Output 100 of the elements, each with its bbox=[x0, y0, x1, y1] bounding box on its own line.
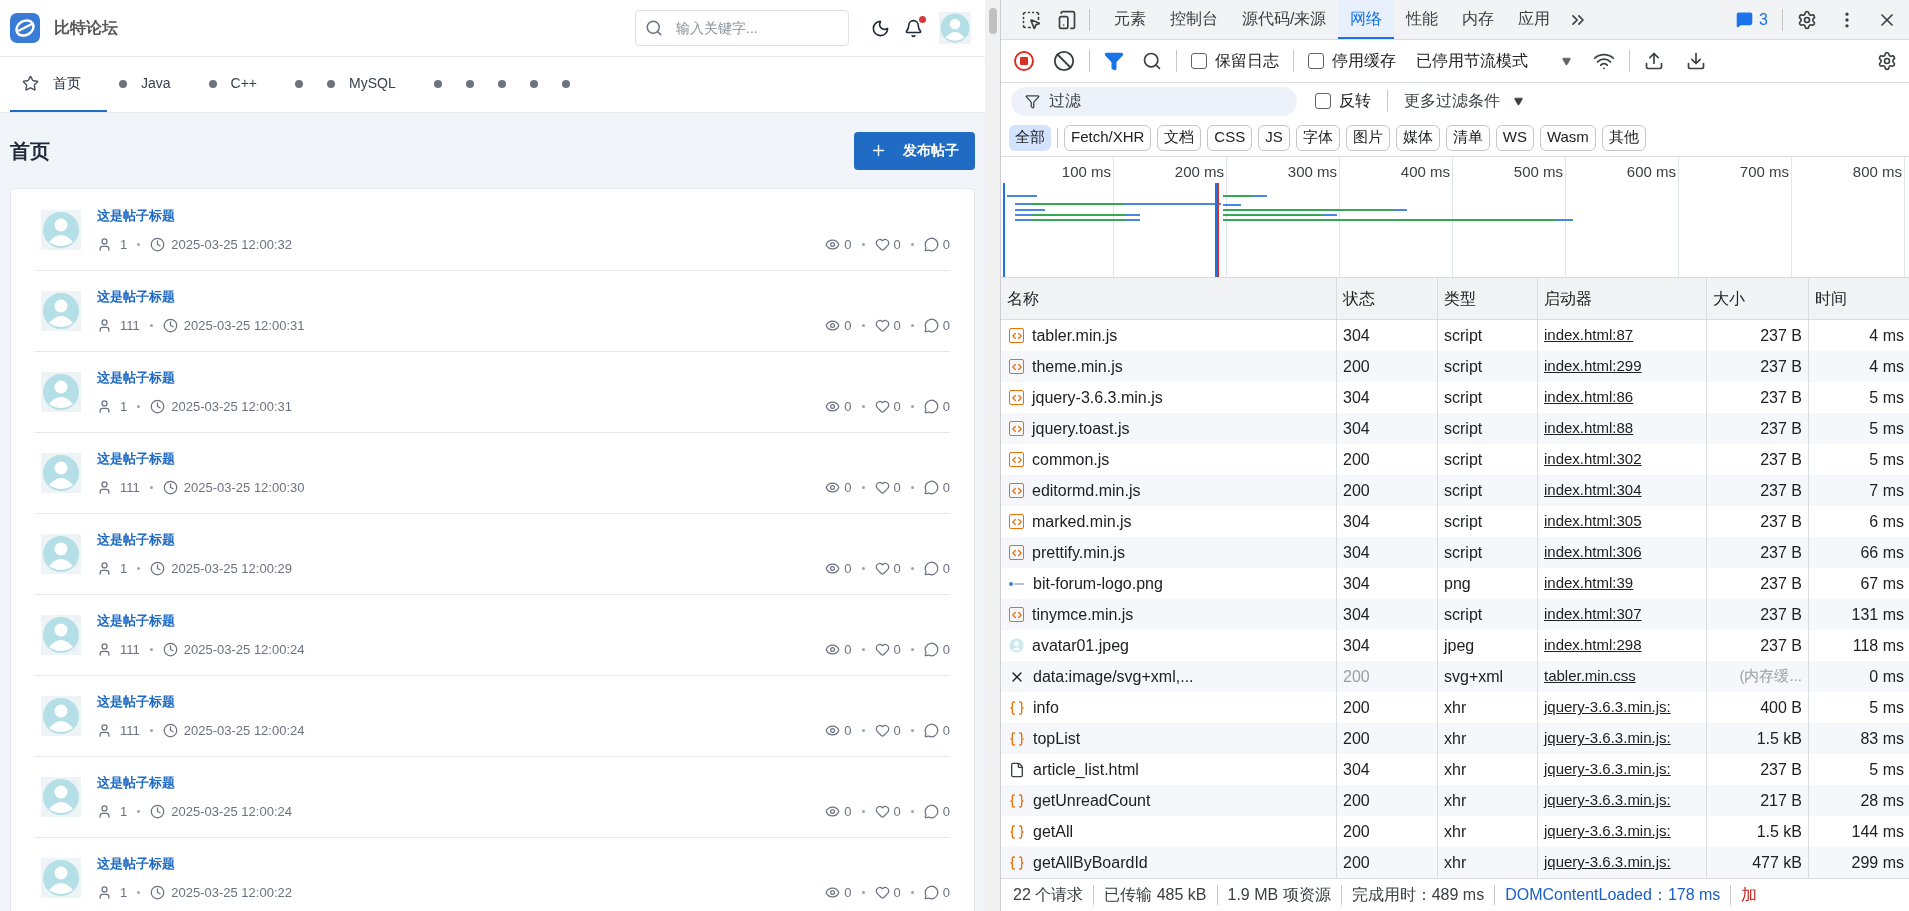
scrollbar-thumb[interactable] bbox=[988, 8, 997, 34]
request-name[interactable]: article_list.html bbox=[1033, 757, 1139, 782]
type-filter-chip[interactable]: 文档 bbox=[1157, 124, 1202, 151]
settings-icon[interactable] bbox=[1877, 51, 1897, 71]
initiator-link[interactable]: index.html:86 bbox=[1544, 386, 1634, 409]
type-filter-chip[interactable]: 清单 bbox=[1445, 124, 1490, 151]
devtools-tab[interactable]: 应用 bbox=[1506, 0, 1563, 39]
post-title[interactable]: 这是帖子标题 bbox=[97, 530, 950, 550]
initiator-link[interactable]: index.html:305 bbox=[1544, 510, 1642, 533]
issues-button[interactable]: 3 bbox=[1736, 7, 1768, 32]
type-filter-chip[interactable]: Fetch/XHR bbox=[1064, 124, 1152, 151]
request-name[interactable]: editormd.min.js bbox=[1032, 478, 1141, 503]
type-filter-chip[interactable]: CSS bbox=[1207, 124, 1253, 151]
initiator-link[interactable]: index.html:298 bbox=[1544, 634, 1642, 657]
search-icon[interactable] bbox=[1142, 51, 1162, 71]
initiator-link[interactable]: jquery-3.6.3.min.js: bbox=[1544, 851, 1671, 874]
inspect-icon[interactable] bbox=[1021, 9, 1041, 30]
throttling-dropdown[interactable]: 已停用节流模式 bbox=[1416, 49, 1571, 73]
type-filter-chip[interactable]: WS bbox=[1495, 124, 1534, 151]
devtools-tab[interactable]: 源代码/来源 bbox=[1230, 0, 1339, 39]
column-header[interactable]: 状态 bbox=[1337, 278, 1438, 319]
devtools-tab[interactable]: 性能 bbox=[1394, 0, 1451, 39]
new-post-button[interactable]: 发布帖子 bbox=[854, 131, 975, 170]
request-name[interactable]: jquery-3.6.3.min.js bbox=[1032, 385, 1163, 410]
initiator-link[interactable]: jquery-3.6.3.min.js: bbox=[1544, 696, 1671, 719]
initiator-link[interactable]: index.html:299 bbox=[1544, 355, 1642, 378]
request-name[interactable]: tinymce.min.js bbox=[1032, 602, 1134, 627]
bell-icon[interactable] bbox=[904, 18, 923, 38]
initiator-link[interactable]: index.html:302 bbox=[1544, 448, 1642, 471]
initiator-link[interactable]: index.html:39 bbox=[1544, 572, 1634, 595]
settings-icon[interactable] bbox=[1797, 9, 1817, 30]
column-header[interactable]: 类型 bbox=[1438, 278, 1538, 319]
post-title[interactable]: 这是帖子标题 bbox=[97, 449, 950, 469]
request-name[interactable]: marked.min.js bbox=[1032, 509, 1132, 534]
devtools-tab[interactable]: 内存 bbox=[1450, 0, 1507, 39]
initiator-link[interactable]: index.html:307 bbox=[1544, 603, 1642, 626]
record-button[interactable] bbox=[1013, 50, 1035, 72]
request-name[interactable]: topList bbox=[1033, 726, 1081, 751]
board-tab[interactable]: Java bbox=[107, 57, 197, 112]
clear-icon[interactable] bbox=[1053, 50, 1075, 72]
initiator-link[interactable]: jquery-3.6.3.min.js: bbox=[1544, 758, 1671, 781]
status-code: 304 bbox=[1343, 511, 1370, 532]
resource-type: script bbox=[1444, 325, 1483, 346]
column-header[interactable]: 时间 bbox=[1809, 278, 1909, 319]
initiator-link[interactable]: jquery-3.6.3.min.js: bbox=[1544, 727, 1671, 750]
checkbox[interactable] bbox=[1308, 53, 1324, 69]
moon-icon[interactable] bbox=[871, 18, 890, 38]
request-name[interactable]: common.js bbox=[1032, 447, 1110, 472]
request-name[interactable]: theme.min.js bbox=[1032, 354, 1123, 379]
request-name[interactable]: data:image/svg+xml,... bbox=[1033, 664, 1194, 689]
home-tab[interactable]: 首页 bbox=[10, 57, 107, 112]
initiator-link[interactable]: index.html:304 bbox=[1544, 479, 1642, 502]
post-title[interactable]: 这是帖子标题 bbox=[97, 773, 950, 793]
column-header[interactable]: 大小 bbox=[1707, 278, 1809, 319]
initiator-link[interactable]: index.html:87 bbox=[1544, 324, 1634, 347]
type-filter-chip[interactable]: 图片 bbox=[1345, 124, 1390, 151]
type-filter-chip[interactable]: 媒体 bbox=[1395, 124, 1440, 151]
post-title[interactable]: 这是帖子标题 bbox=[97, 692, 950, 712]
type-filter-chip[interactable]: JS bbox=[1258, 124, 1290, 151]
request-name[interactable]: getAll bbox=[1033, 819, 1074, 844]
filter-field[interactable]: 过滤 bbox=[1011, 86, 1297, 116]
request-name[interactable]: getUnreadCount bbox=[1033, 788, 1151, 813]
request-name[interactable]: prettify.min.js bbox=[1032, 540, 1126, 565]
post-title[interactable]: 这是帖子标题 bbox=[97, 368, 950, 388]
column-header[interactable]: 名称 bbox=[1001, 278, 1337, 319]
checkbox[interactable] bbox=[1191, 53, 1207, 69]
filter-icon[interactable] bbox=[1104, 51, 1124, 71]
upload-icon[interactable] bbox=[1644, 51, 1664, 71]
post-title[interactable]: 这是帖子标题 bbox=[97, 854, 950, 874]
board-tab[interactable]: MySQL bbox=[315, 57, 422, 112]
checkbox[interactable] bbox=[1315, 93, 1331, 109]
initiator-link[interactable]: index.html:88 bbox=[1544, 417, 1634, 440]
request-name[interactable]: info bbox=[1033, 695, 1059, 720]
initiator-link[interactable]: tabler.min.css bbox=[1544, 665, 1636, 688]
timeline-tick-label: 300 ms bbox=[1287, 162, 1337, 182]
request-name[interactable]: bit-forum-logo.png bbox=[1033, 571, 1163, 596]
download-icon[interactable] bbox=[1686, 51, 1706, 71]
post-title[interactable]: 这是帖子标题 bbox=[97, 206, 950, 226]
request-name[interactable]: avatar01.jpeg bbox=[1032, 633, 1129, 658]
type-filter-chip[interactable]: 字体 bbox=[1295, 124, 1340, 151]
type-filter-chip[interactable]: 其他 bbox=[1601, 124, 1646, 151]
devtools-tab[interactable]: 元素 bbox=[1102, 0, 1158, 39]
devtools-tab[interactable]: 控制台 bbox=[1158, 0, 1230, 39]
device-toolbar-icon[interactable] bbox=[1057, 9, 1077, 30]
column-header[interactable]: 启动器 bbox=[1538, 278, 1707, 319]
request-name[interactable]: jquery.toast.js bbox=[1032, 416, 1130, 441]
more-filters-dropdown[interactable]: 更多过滤条件 bbox=[1404, 89, 1523, 113]
board-tab[interactable]: C++ bbox=[196, 57, 284, 112]
initiator-link[interactable]: jquery-3.6.3.min.js: bbox=[1544, 789, 1671, 812]
request-name[interactable]: tabler.min.js bbox=[1032, 323, 1118, 348]
request-name[interactable]: getAllByBoardId bbox=[1033, 850, 1148, 875]
status-code: 200 bbox=[1343, 356, 1370, 377]
devtools-tab[interactable]: 网络 bbox=[1338, 0, 1395, 39]
search-field[interactable]: 输入关键字... bbox=[635, 10, 849, 46]
type-filter-chip[interactable]: 全部 bbox=[1009, 124, 1051, 151]
initiator-link[interactable]: index.html:306 bbox=[1544, 541, 1642, 564]
type-filter-chip[interactable]: Wasm bbox=[1539, 124, 1596, 151]
initiator-link[interactable]: jquery-3.6.3.min.js: bbox=[1544, 820, 1671, 843]
post-title[interactable]: 这是帖子标题 bbox=[97, 611, 950, 631]
post-title[interactable]: 这是帖子标题 bbox=[97, 287, 950, 307]
